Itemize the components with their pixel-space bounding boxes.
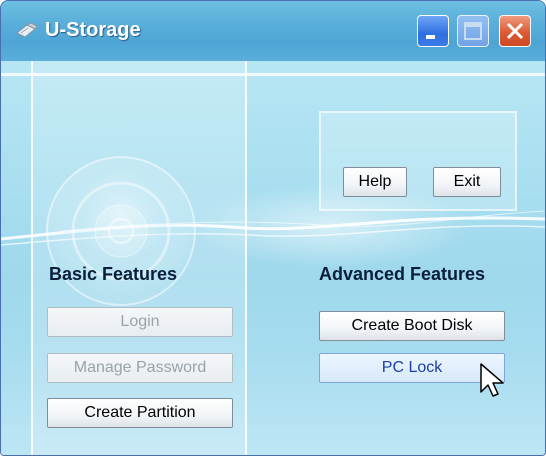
close-button[interactable] [499, 15, 531, 47]
client-area: Help Exit Basic Features Advanced Featur… [1, 61, 545, 455]
help-button[interactable]: Help [343, 167, 407, 197]
maximize-icon [464, 22, 482, 40]
lens-decoration-icon [46, 156, 196, 306]
minimize-icon [426, 35, 435, 39]
basic-features-heading: Basic Features [49, 264, 178, 284]
manage-password-button[interactable]: Manage Password [47, 353, 233, 383]
close-icon [506, 22, 524, 40]
maximize-button[interactable] [457, 15, 489, 47]
mouse-cursor-icon [480, 363, 504, 397]
usb-drive-icon [16, 23, 37, 38]
app-window: U-Storage Help Exit Basic Features Advan… [0, 0, 546, 456]
window-title: U-Storage [45, 19, 141, 41]
login-button[interactable]: Login [47, 307, 233, 337]
create-partition-button[interactable]: Create Partition [47, 398, 233, 428]
exit-button[interactable]: Exit [433, 167, 501, 197]
pc-lock-button[interactable]: PC Lock [319, 353, 505, 383]
advanced-features-heading: Advanced Features [319, 264, 486, 284]
title-bar[interactable]: U-Storage [1, 1, 545, 61]
create-boot-disk-button[interactable]: Create Boot Disk [319, 311, 505, 341]
minimize-button[interactable] [417, 15, 449, 47]
